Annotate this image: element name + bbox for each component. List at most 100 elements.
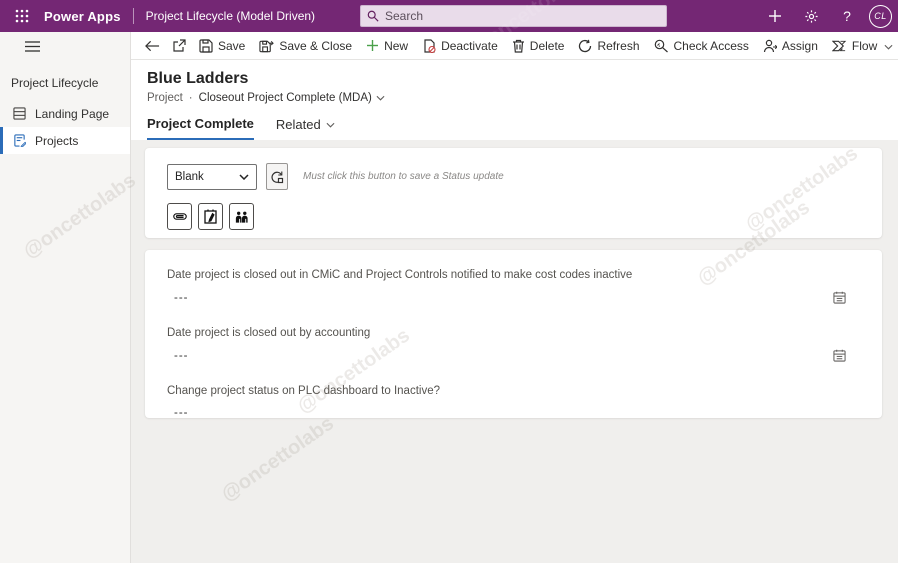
settings-button[interactable] (797, 2, 825, 30)
trash-icon (512, 39, 524, 53)
sitemap-sidebar: Project Lifecycle Landing Page Projects (0, 32, 131, 563)
deactivate-label: Deactivate (441, 38, 498, 53)
save-and-close-button[interactable]: Save & Close (252, 34, 359, 58)
field-accounting-closeout-date: Date project is closed out by accounting… (167, 318, 860, 364)
save-status-button[interactable] (266, 163, 288, 190)
back-button[interactable] (139, 34, 166, 58)
status-dropdown[interactable]: Blank (167, 163, 257, 190)
breadcrumb: Project · Closeout Project Complete (MDA… (147, 92, 898, 104)
account-avatar[interactable]: CL (869, 4, 892, 28)
new-plus-icon (367, 40, 379, 51)
deactivate-button[interactable]: Deactivate (415, 34, 505, 58)
new-label: New (384, 38, 409, 53)
delete-button[interactable]: Delete (505, 34, 572, 58)
check-access-button[interactable]: Check Access (647, 34, 756, 58)
command-bar: Save Save & Close New Deactivate Delete … (131, 32, 898, 60)
tab-related[interactable]: Related (276, 116, 335, 140)
search-input[interactable] (385, 9, 660, 23)
form-selector-label: Closeout Project Complete (MDA) (198, 92, 372, 104)
app-name[interactable]: Project Lifecycle (Model Driven) (146, 9, 315, 23)
refresh-button[interactable]: Refresh (571, 34, 646, 58)
flow-chevron-icon (884, 39, 893, 53)
flow-label: Flow (851, 38, 878, 53)
calendar-icon[interactable] (833, 349, 846, 362)
save-close-label: Save & Close (279, 38, 353, 53)
hamburger-icon (25, 40, 40, 52)
flow-button[interactable]: Flow (825, 34, 898, 58)
form-selector[interactable]: Closeout Project Complete (MDA) (199, 92, 385, 104)
flow-icon (831, 40, 847, 51)
record-title: Blue Ladders (147, 70, 249, 87)
topbar-divider (132, 8, 134, 24)
contacts-button[interactable] (229, 203, 254, 230)
refresh-icon (579, 39, 592, 52)
add-button[interactable] (761, 2, 789, 30)
save-close-icon (259, 40, 275, 52)
popout-icon (173, 38, 186, 52)
app-launcher-waffle-icon[interactable] (0, 0, 44, 32)
closeout-fields-card: Date project is closed out in CMiC and P… (145, 250, 882, 421)
landing-page-icon (13, 107, 26, 120)
open-in-new-window-button[interactable] (166, 34, 192, 58)
plus-icon (769, 10, 781, 22)
related-chevron-icon (326, 122, 335, 128)
breadcrumb-entity: Project (147, 92, 183, 104)
field-input[interactable]: --- (167, 397, 860, 421)
sitemap-toggle[interactable] (0, 32, 130, 60)
field-label: Date project is closed out in CMiC and P… (167, 269, 633, 281)
field-cmic-closeout-date: Date project is closed out in CMiC and P… (167, 260, 860, 306)
note-edit-icon (204, 209, 217, 224)
sidebar-item-projects[interactable]: Projects (0, 127, 130, 154)
avatar-initials: CL (874, 11, 887, 21)
notes-button[interactable] (198, 203, 223, 230)
deactivate-icon (424, 38, 436, 53)
save-button[interactable]: Save (192, 34, 252, 58)
assign-button[interactable]: Assign (756, 34, 825, 58)
breadcrumb-separator: · (188, 92, 193, 104)
field-value: --- (174, 349, 189, 362)
field-plc-status-inactive: Change project status on PLC dashboard t… (167, 376, 860, 421)
calendar-icon[interactable] (833, 291, 846, 304)
sidebar-item-label: Landing Page (35, 106, 110, 121)
save-status-refresh-icon (271, 171, 284, 183)
sitemap-group-title: Project Lifecycle (11, 76, 99, 90)
save-icon (199, 38, 213, 53)
refresh-label: Refresh (597, 38, 640, 53)
help-button[interactable]: ? (833, 2, 861, 30)
save-label: Save (218, 38, 246, 53)
attachment-button[interactable] (167, 203, 192, 230)
check-access-icon (654, 39, 668, 52)
field-value: --- (174, 291, 189, 304)
top-app-bar: Power Apps Project Lifecycle (Model Driv… (0, 0, 898, 32)
new-button[interactable]: New (359, 34, 415, 58)
sidebar-item-landing-page[interactable]: Landing Page (0, 100, 130, 127)
delete-label: Delete (529, 38, 565, 53)
dropdown-chevron-icon (239, 173, 249, 180)
form-tabs: Project Complete Related (147, 116, 898, 140)
gear-icon (804, 9, 818, 23)
field-input[interactable]: --- (167, 339, 860, 364)
tab-project-complete[interactable]: Project Complete (147, 116, 254, 140)
form-chevron-icon (376, 95, 385, 101)
waffle-icon (15, 9, 29, 23)
assign-label: Assign (781, 38, 818, 53)
search-icon (367, 10, 379, 22)
field-input[interactable]: --- (167, 281, 860, 306)
global-search[interactable] (360, 5, 667, 27)
sidebar-item-label: Projects (35, 133, 79, 148)
record-header: Blue Ladders Project · Closeout Project … (131, 60, 898, 140)
tab-label: Related (275, 117, 321, 132)
status-helper-text: Must click this button to save a Status … (303, 171, 504, 182)
field-label: Date project is closed out by accounting (167, 327, 371, 339)
field-value: --- (174, 407, 189, 419)
form-content: Blank Must click this button to save a S… (131, 140, 898, 563)
status-update-card: Blank Must click this button to save a S… (145, 148, 882, 238)
people-icon (235, 211, 248, 223)
tab-label: Project Complete (147, 116, 254, 131)
status-dropdown-value: Blank (175, 170, 204, 183)
question-icon: ? (843, 8, 851, 24)
power-apps-brand[interactable]: Power Apps (44, 9, 121, 24)
assign-person-icon (763, 39, 777, 52)
projects-form-icon (13, 134, 26, 147)
check-access-label: Check Access (673, 38, 749, 53)
